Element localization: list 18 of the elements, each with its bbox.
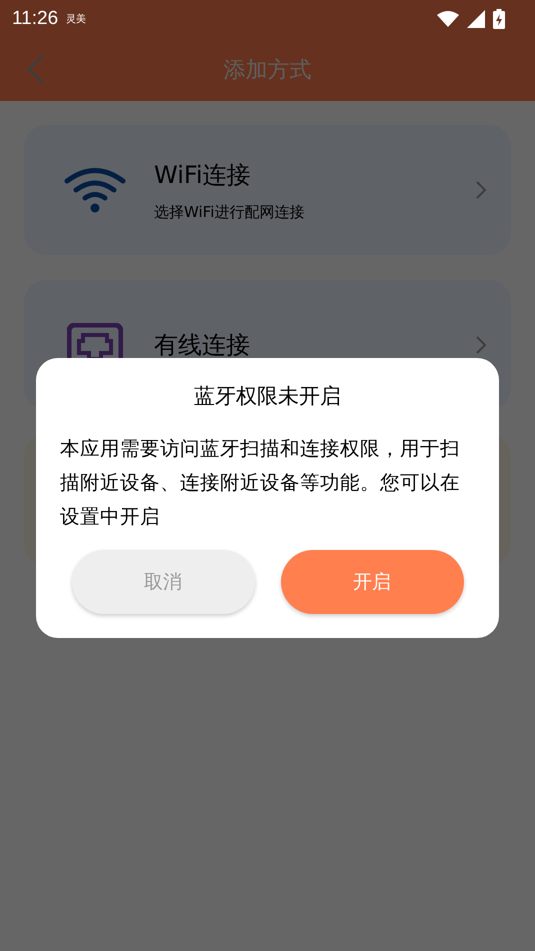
connection-option[interactable]: WiFi连接 选择WiFi进行配网连接 bbox=[24, 125, 511, 255]
chevron-right-icon bbox=[475, 180, 487, 200]
wifi-icon bbox=[64, 166, 126, 214]
option-description: 选择WiFi进行配网连接 bbox=[154, 202, 306, 222]
dialog-title: 蓝牙权限未开启 bbox=[194, 383, 341, 410]
page-title: 添加方式 bbox=[224, 56, 312, 84]
status-time: 11:26 bbox=[12, 8, 58, 30]
wifi-signal-icon bbox=[437, 11, 459, 27]
back-icon[interactable] bbox=[26, 53, 46, 85]
notification-text: 灵美 bbox=[66, 12, 86, 26]
battery-icon bbox=[493, 9, 505, 29]
option-title: WiFi连接 bbox=[154, 160, 252, 190]
cancel-button[interactable]: 取消 bbox=[72, 550, 254, 614]
confirm-button[interactable]: 开启 bbox=[280, 550, 464, 614]
cell-signal-icon bbox=[467, 10, 485, 28]
option-title: 有线连接 bbox=[154, 330, 251, 361]
chevron-right-icon bbox=[475, 335, 487, 355]
dialog-message: 本应用需要访问蓝牙扫描和连接权限，用于扫描附近设备、连接附近设备等功能。您可以在设置中开启 bbox=[59, 436, 461, 530]
